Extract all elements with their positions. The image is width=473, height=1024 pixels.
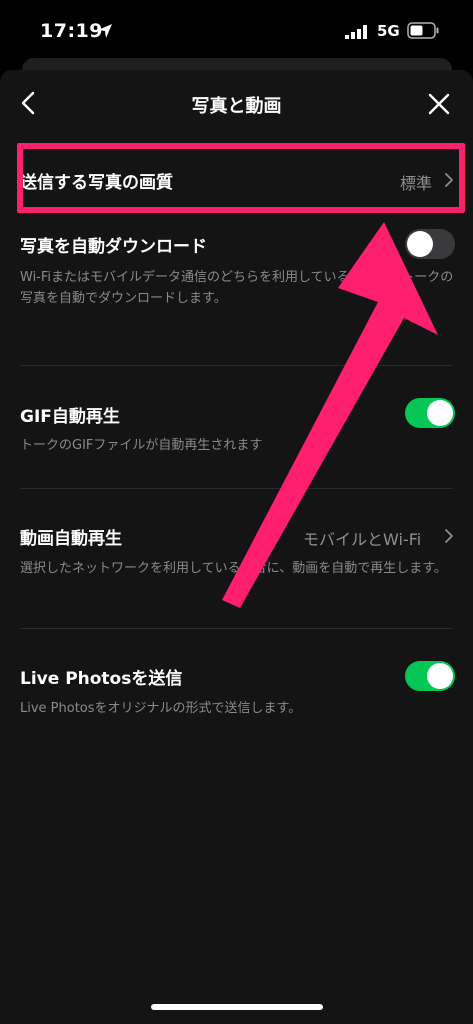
screen: 17:19 5G 写真と動画 送信する写真の画質 標準 写真を自動ダウンロード … bbox=[0, 0, 473, 1024]
toggle-knob bbox=[407, 231, 433, 257]
cellular-signal-icon bbox=[345, 25, 367, 39]
status-bar: 17:19 5G bbox=[0, 0, 473, 60]
status-time: 17:19 bbox=[40, 20, 103, 42]
close-icon[interactable] bbox=[425, 90, 453, 118]
divider bbox=[20, 488, 453, 489]
auto-download-label: 写真を自動ダウンロード bbox=[20, 237, 207, 257]
auto-download-description: Wi-Fiまたはモバイルデータ通信のどちらを利用している時でも、トークの写真を自… bbox=[20, 270, 454, 306]
battery-icon bbox=[407, 22, 439, 39]
live-photos-label: Live Photosを送信 bbox=[20, 669, 183, 689]
auto-download-toggle[interactable] bbox=[405, 229, 455, 259]
divider bbox=[20, 628, 453, 629]
network-type: 5G bbox=[377, 22, 400, 40]
live-photos-toggle[interactable] bbox=[405, 661, 455, 691]
home-indicator bbox=[151, 1004, 323, 1010]
toggle-knob bbox=[427, 663, 453, 689]
chevron-right-icon bbox=[445, 529, 453, 543]
gif-autoplay-label: GIF自動再生 bbox=[20, 407, 120, 427]
video-autoplay-description: 選択したネットワークを利用している場合に、動画を自動で再生します。 bbox=[20, 561, 447, 576]
location-arrow-icon bbox=[98, 24, 112, 38]
toggle-knob bbox=[427, 400, 453, 426]
page-title: 写真と動画 bbox=[191, 96, 282, 117]
video-autoplay-value: モバイルとWi-Fi bbox=[303, 530, 422, 549]
divider bbox=[20, 365, 453, 366]
video-autoplay-label: 動画自動再生 bbox=[20, 529, 122, 549]
annotation-highlight-box bbox=[17, 143, 465, 213]
gif-autoplay-description: トークのGIFファイルが自動再生されます bbox=[20, 438, 263, 453]
gif-autoplay-toggle[interactable] bbox=[405, 398, 455, 428]
live-photos-description: Live Photosをオリジナルの形式で送信します。 bbox=[20, 701, 302, 716]
